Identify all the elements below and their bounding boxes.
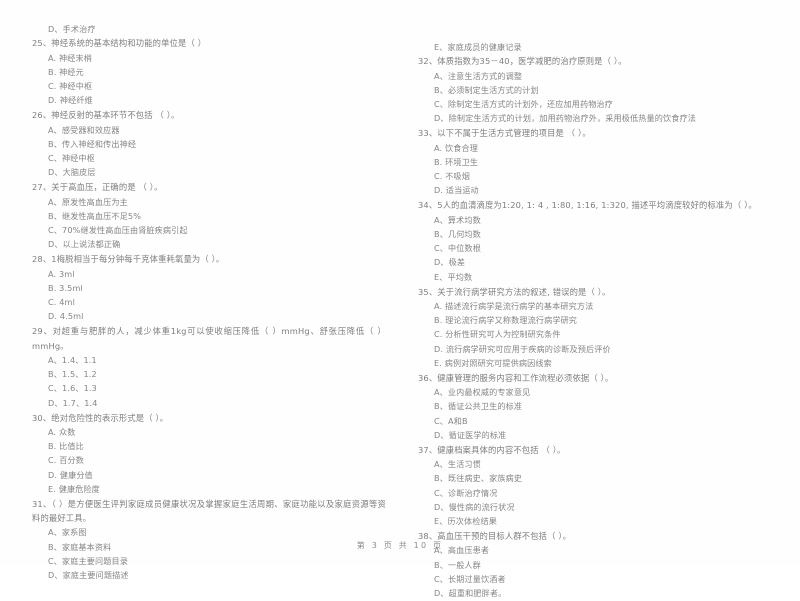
question-26: 26、神经反射的基本环节不包括 （ ）。 A、感受器和效应器 B、传入神经和传出… <box>18 108 386 179</box>
question-30-option-d: D. 健康分值 <box>48 469 93 480</box>
question-30-option-c: C. 百分数 <box>48 455 84 466</box>
question-29-option-b: B、1.5、1.2 <box>48 369 97 380</box>
question-30-option-e: E. 健康危险度 <box>48 484 100 494</box>
question-30: 30、绝对危险性的表示形式是（ ）。 A. 众数 B. 比值比 C. 百分数 D… <box>18 411 386 497</box>
question-37-option-a: A、生活习惯 <box>434 459 481 470</box>
question-29-stem: 29、对超重与肥胖的人，减少体重1kg可以使收缩压降低（ ）mmHg、舒张压降低… <box>32 326 386 351</box>
question-34-option-d: D、极差 <box>434 257 466 268</box>
question-32: 32、体质指数为35－40，医学减肥的治疗原则是（ ）。 A、注意生活方式的调整… <box>404 54 772 125</box>
question-32-option-c: C、除制定生活方式的计划外，还应加用药物治疗 <box>434 99 613 110</box>
question-25: 25、神经系统的基本结构和功能的单位是（ ） A. 神经末梢 B. 神经元 C.… <box>18 36 386 107</box>
question-29-option-d: D、1.7、1.4 <box>48 397 98 408</box>
question-38-option-c: C、长期过量饮酒者 <box>434 573 506 584</box>
question-29-option-c: C、1.6、1.3 <box>48 383 97 394</box>
continued-option-e: E、家庭成员的健康记录 <box>434 42 522 52</box>
question-33-option-c: C. 不吸烟 <box>434 171 470 182</box>
question-27-option-d: D、以上说法都正确 <box>48 239 121 250</box>
continued-option-d: D、手术治疗 <box>48 24 96 34</box>
question-37-option-c: C、诊断治疗情况 <box>434 487 498 498</box>
question-27-option-c: C、70%继发性高血压由肾脏疾病引起 <box>48 225 188 236</box>
two-column-layout: D、手术治疗 25、神经系统的基本结构和功能的单位是（ ） A. 神经末梢 B.… <box>0 0 800 598</box>
question-32-stem: 32、体质指数为35－40，医学减肥的治疗原则是（ ）。 <box>418 56 627 67</box>
question-34-option-b: B、几何均数 <box>434 228 481 239</box>
question-33-option-d: D. 适当运动 <box>434 185 479 196</box>
question-35-option-b: B. 理论流行病学又称数理流行病学研究 <box>434 315 578 326</box>
question-28-option-d: D. 4.5ml <box>48 311 84 322</box>
question-31-stem: 31、（ ）是方便医生评判家庭成员健康状况及掌握家庭生活周期、家庭功能以及家庭资… <box>32 498 386 524</box>
question-26-option-d: D、大脑皮层 <box>48 167 96 178</box>
question-25-option-a: A. 神经末梢 <box>48 52 92 63</box>
question-34-option-e: E、平均数 <box>434 271 473 282</box>
question-37-option-e: E、历次体检结果 <box>434 516 497 527</box>
question-26-option-c: C、神经中枢 <box>48 153 96 164</box>
question-36: 36、健康管理的服务内容和工作流程必须依据（ ）。 A、业内最权威的专家意见 B… <box>404 371 772 442</box>
question-35-option-a: A. 描述流行病学是流行病学的基本研究方法 <box>434 300 594 311</box>
left-column: D、手术治疗 25、神经系统的基本结构和功能的单位是（ ） A. 神经末梢 B.… <box>18 22 386 580</box>
question-32-option-a: A、注意生活方式的调整 <box>434 70 523 81</box>
question-33-option-a: A. 饮食合理 <box>434 142 478 153</box>
question-31-option-d: D、家庭主要问题描述 <box>48 570 129 581</box>
question-31-option-a: A、家系图 <box>48 527 87 538</box>
question-34: 34、5人的血清滴度为1:20, 1: 4 , 1:80, 1:16, 1:32… <box>404 198 772 284</box>
question-36-option-a: A、业内最权威的专家意见 <box>434 387 531 398</box>
question-37: 37、健康档案具体的内容不包括 （ ）。 A、生活习惯 B、既往病史、家族病史 … <box>404 443 772 529</box>
question-32-option-d: D、除制定生活方式的计划，加用药物治疗外，采用极低热量的饮食疗法 <box>434 113 696 124</box>
question-35-option-c: C. 分析性研究可人为控制研究条件 <box>434 329 561 340</box>
question-33-stem: 33、以下不属于生活方式管理的项目是 （ ）。 <box>418 128 591 139</box>
question-32-option-b: B、必须制定生活方式的计划 <box>434 84 539 95</box>
question-33: 33、以下不属于生活方式管理的项目是 （ ）。 A. 饮食合理 B. 环境卫生 … <box>404 126 772 197</box>
question-31-option-c: C、家庭主要问题目录 <box>48 555 128 566</box>
question-26-stem: 26、神经反射的基本环节不包括 （ ）。 <box>32 110 180 121</box>
page-footer: 第 3 页 共 10 页 <box>356 541 444 550</box>
question-33-option-b: B. 环境卫生 <box>434 156 479 167</box>
question-28-stem: 28、1梅脱相当于每分钟每千克体重耗氧量为（ ）。 <box>32 254 225 265</box>
question-28-option-a: A. 3ml <box>48 268 75 279</box>
question-28: 28、1梅脱相当于每分钟每千克体重耗氧量为（ ）。 A. 3ml B. 3.5m… <box>18 252 386 323</box>
question-25-option-c: C. 神经中枢 <box>48 81 93 92</box>
question-38-option-d: D、超重和肥胖者。 <box>434 588 507 599</box>
question-27-stem: 27、关于高血压，正确的是 （ ）。 <box>32 182 163 193</box>
question-29: 29、对超重与肥胖的人，减少体重1kg可以使收缩压降低（ ）mmHg、舒张压降低… <box>18 324 386 410</box>
question-34-option-a: A、算术均数 <box>434 214 481 225</box>
question-27-option-b: B、继发性高血压不足5% <box>48 210 142 221</box>
question-29-option-a: A、1.4、1.1 <box>48 354 97 365</box>
question-26-option-a: A、感受器和效应器 <box>48 124 120 135</box>
question-35-stem: 35、关于流行病学研究方法的叙述, 错误的是（ ）。 <box>418 286 611 297</box>
question-36-option-d: D、循证医学的标准 <box>434 430 507 441</box>
question-37-option-d: D、慢性病的流行状况 <box>434 502 515 512</box>
question-35: 35、关于流行病学研究方法的叙述, 错误的是（ ）。 A. 描述流行病学是流行病… <box>404 285 772 371</box>
question-36-stem: 36、健康管理的服务内容和工作流程必须依据（ ）。 <box>418 372 614 383</box>
question-27-option-a: A、原发性高血压为主 <box>48 196 128 207</box>
question-30-stem: 30、绝对危险性的表示形式是（ ）。 <box>32 412 169 423</box>
question-37-option-b: B、既往病史、家族病史 <box>434 473 523 484</box>
question-30-option-b: B. 比值比 <box>48 441 84 452</box>
question-28-option-c: C. 4ml <box>48 297 75 308</box>
question-25-stem: 25、神经系统的基本结构和功能的单位是（ ） <box>32 38 207 49</box>
question-25-option-b: B. 神经元 <box>48 66 84 77</box>
question-35-option-d: D. 流行病学研究可应用于疾病的诊断及预后评价 <box>434 343 611 354</box>
question-37-stem: 37、健康档案具体的内容不包括 （ ）。 <box>418 444 566 455</box>
question-36-option-c: C、A和B <box>434 415 468 426</box>
question-36-option-b: B、循证公共卫生的标准 <box>434 401 523 412</box>
question-27: 27、关于高血压，正确的是 （ ）。 A、原发性高血压为主 B、继发性高血压不足… <box>18 180 386 251</box>
right-column: E、家庭成员的健康记录 32、体质指数为35－40，医学减肥的治疗原则是（ ）。… <box>404 22 772 598</box>
question-35-option-e: E. 病例对照研究可提供病因线索 <box>434 358 552 369</box>
question-28-option-b: B. 3.5ml <box>48 282 83 293</box>
question-26-option-b: B、传入神经和传出神经 <box>48 138 137 149</box>
question-30-option-a: A. 众数 <box>48 426 76 437</box>
scanned-page: D、手术治疗 25、神经系统的基本结构和功能的单位是（ ） A. 神经末梢 B.… <box>0 0 800 598</box>
question-25-option-d: D. 神经纤维 <box>48 95 93 106</box>
question-34-stem: 34、5人的血清滴度为1:20, 1: 4 , 1:80, 1:16, 1:32… <box>418 200 757 211</box>
question-34-option-c: C、中位数根 <box>434 243 482 254</box>
